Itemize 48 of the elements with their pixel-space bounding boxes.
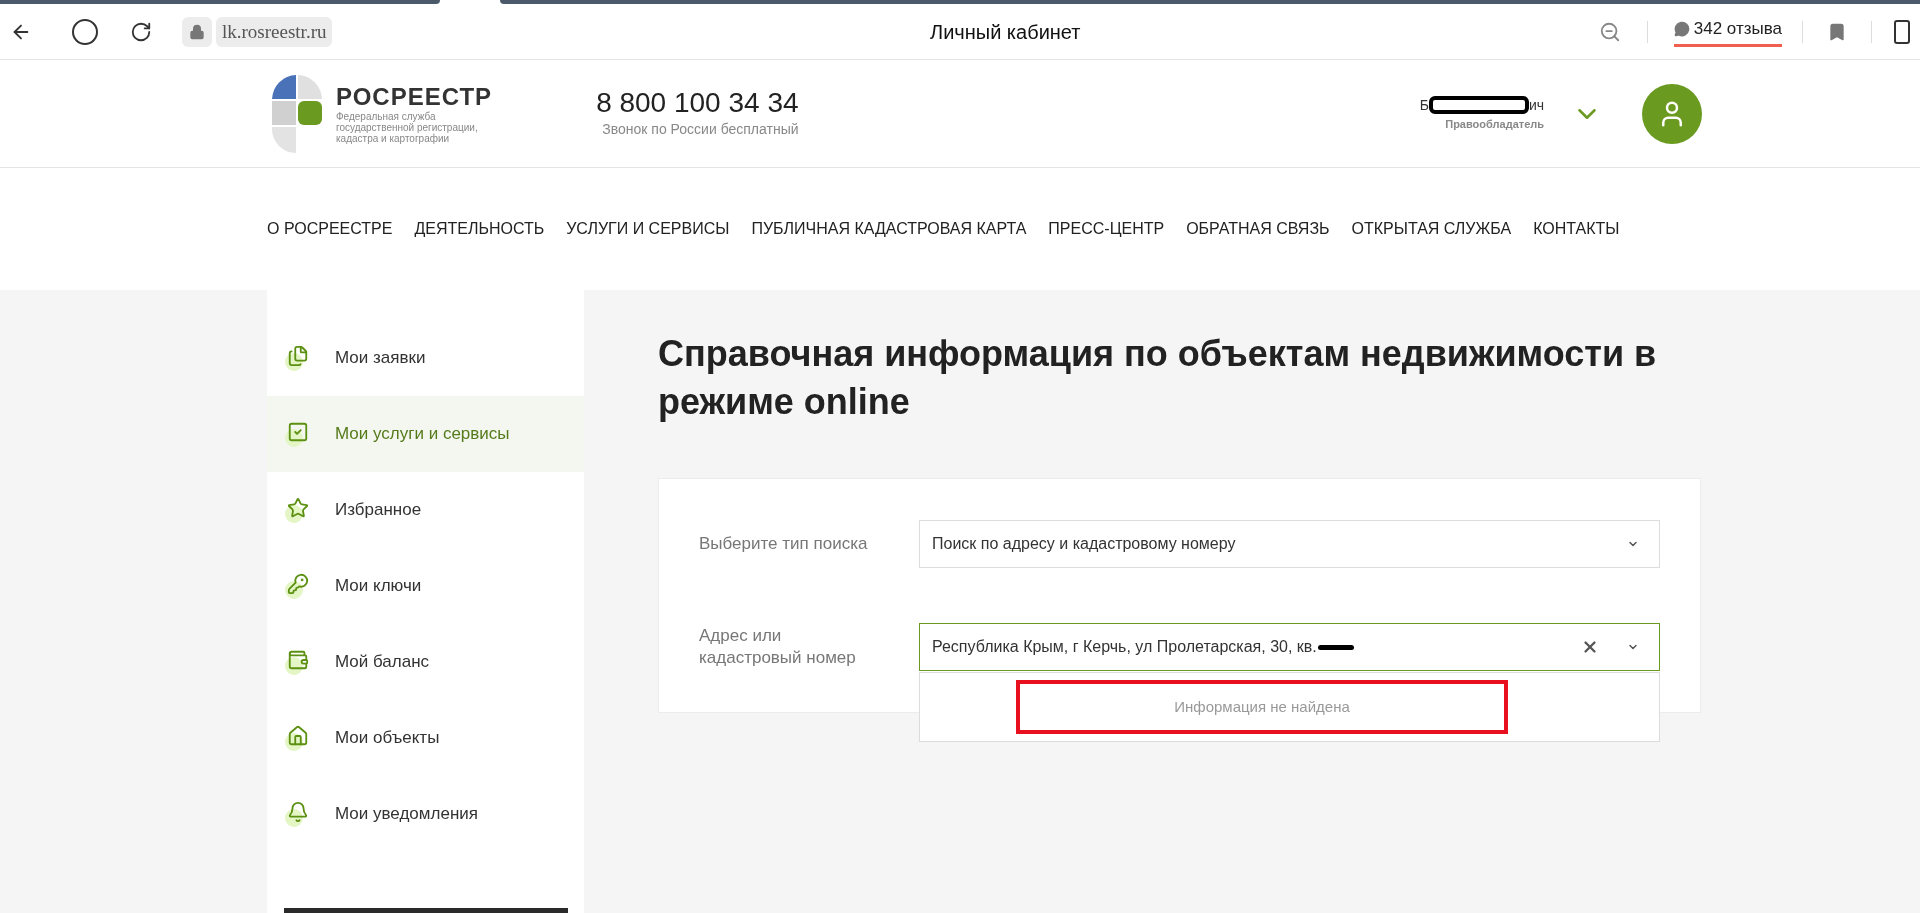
sidebar-item[interactable]: Мои уведомления xyxy=(267,776,584,852)
reviews-button[interactable]: 342 отзыва xyxy=(1673,16,1782,47)
address-field[interactable]: Республика Крым, г Керчь, ул Пролетарская, 30, кв. xyxy=(919,623,1660,671)
page-heading: Справочная информация по объектам недвижимости в режиме online xyxy=(658,332,1658,424)
field-label: Выберите тип поиска xyxy=(699,533,869,555)
zoom-icon[interactable] xyxy=(1598,20,1621,43)
sidebar-item[interactable]: Мой баланс xyxy=(267,624,584,700)
phone-note: Звонок по России бесплатный xyxy=(602,120,799,139)
redaction-mark xyxy=(1317,644,1354,650)
nav-link[interactable]: ОБРАТНАЯ СВЯЗЬ xyxy=(1186,217,1330,241)
select-field[interactable]: Поиск по адресу и кадастровому номеру xyxy=(919,520,1660,568)
wallet-icon xyxy=(285,649,309,675)
user-name: Б xyxy=(1419,95,1429,115)
logo-icon[interactable] xyxy=(270,72,324,155)
sidebar-item[interactable]: Мои объекты xyxy=(267,700,584,776)
sidebar-item[interactable]: Избранное xyxy=(267,472,584,548)
nav-link[interactable]: О РОСРЕЕСТРЕ xyxy=(267,217,393,241)
logo-subtitle: государственной регистрации, xyxy=(336,122,479,133)
bell-icon xyxy=(285,801,309,827)
nav-link[interactable]: УСЛУГИ И СЕРВИСЫ xyxy=(566,217,730,241)
field-label: Адрес или кадастровый номер xyxy=(699,625,857,669)
sidebar-item[interactable]: Мои услуги и сервисы xyxy=(267,396,584,472)
nav-link[interactable]: ОТКРЫТАЯ СЛУЖБА xyxy=(1351,217,1512,241)
key-icon xyxy=(285,573,309,599)
logo-name: РОСРЕЕСТР xyxy=(336,83,493,111)
documents-icon xyxy=(285,345,309,371)
reload-icon[interactable] xyxy=(130,20,152,43)
nav-link[interactable]: КОНТАКТЫ xyxy=(1533,217,1620,241)
user-name: ич xyxy=(1528,95,1544,115)
comment-icon xyxy=(1673,21,1690,37)
user-role: Правообладатель xyxy=(1445,116,1544,132)
sidebar-item[interactable]: Мои ключи xyxy=(267,548,584,624)
checklist-icon xyxy=(285,421,309,447)
page-title: Личный кабинет xyxy=(930,19,1081,45)
phone-number: 8 800 100 34 34 xyxy=(596,87,799,119)
clear-icon[interactable] xyxy=(1581,638,1599,656)
lock-icon xyxy=(189,23,205,40)
sidebar-item[interactable]: Мои заявки xyxy=(267,320,584,396)
url-field[interactable]: lk.rosreestr.ru xyxy=(216,16,333,47)
nav-link[interactable]: ПУБЛИЧНАЯ КАДАСТРОВАЯ КАРТА xyxy=(751,217,1027,241)
bookmark-icon[interactable] xyxy=(1827,21,1847,42)
nav-link[interactable]: ДЕЯТЕЛЬНОСТЬ xyxy=(414,217,545,241)
logo-subtitle: Федеральная служба xyxy=(336,111,437,122)
no-results-message: Информация не найдена xyxy=(1016,680,1508,734)
logo-subtitle: кадастра и картографии xyxy=(336,133,450,144)
star-icon xyxy=(285,497,309,523)
nav-link[interactable]: ПРЕСС-ЦЕНТР xyxy=(1048,217,1165,241)
house-icon xyxy=(285,725,309,751)
